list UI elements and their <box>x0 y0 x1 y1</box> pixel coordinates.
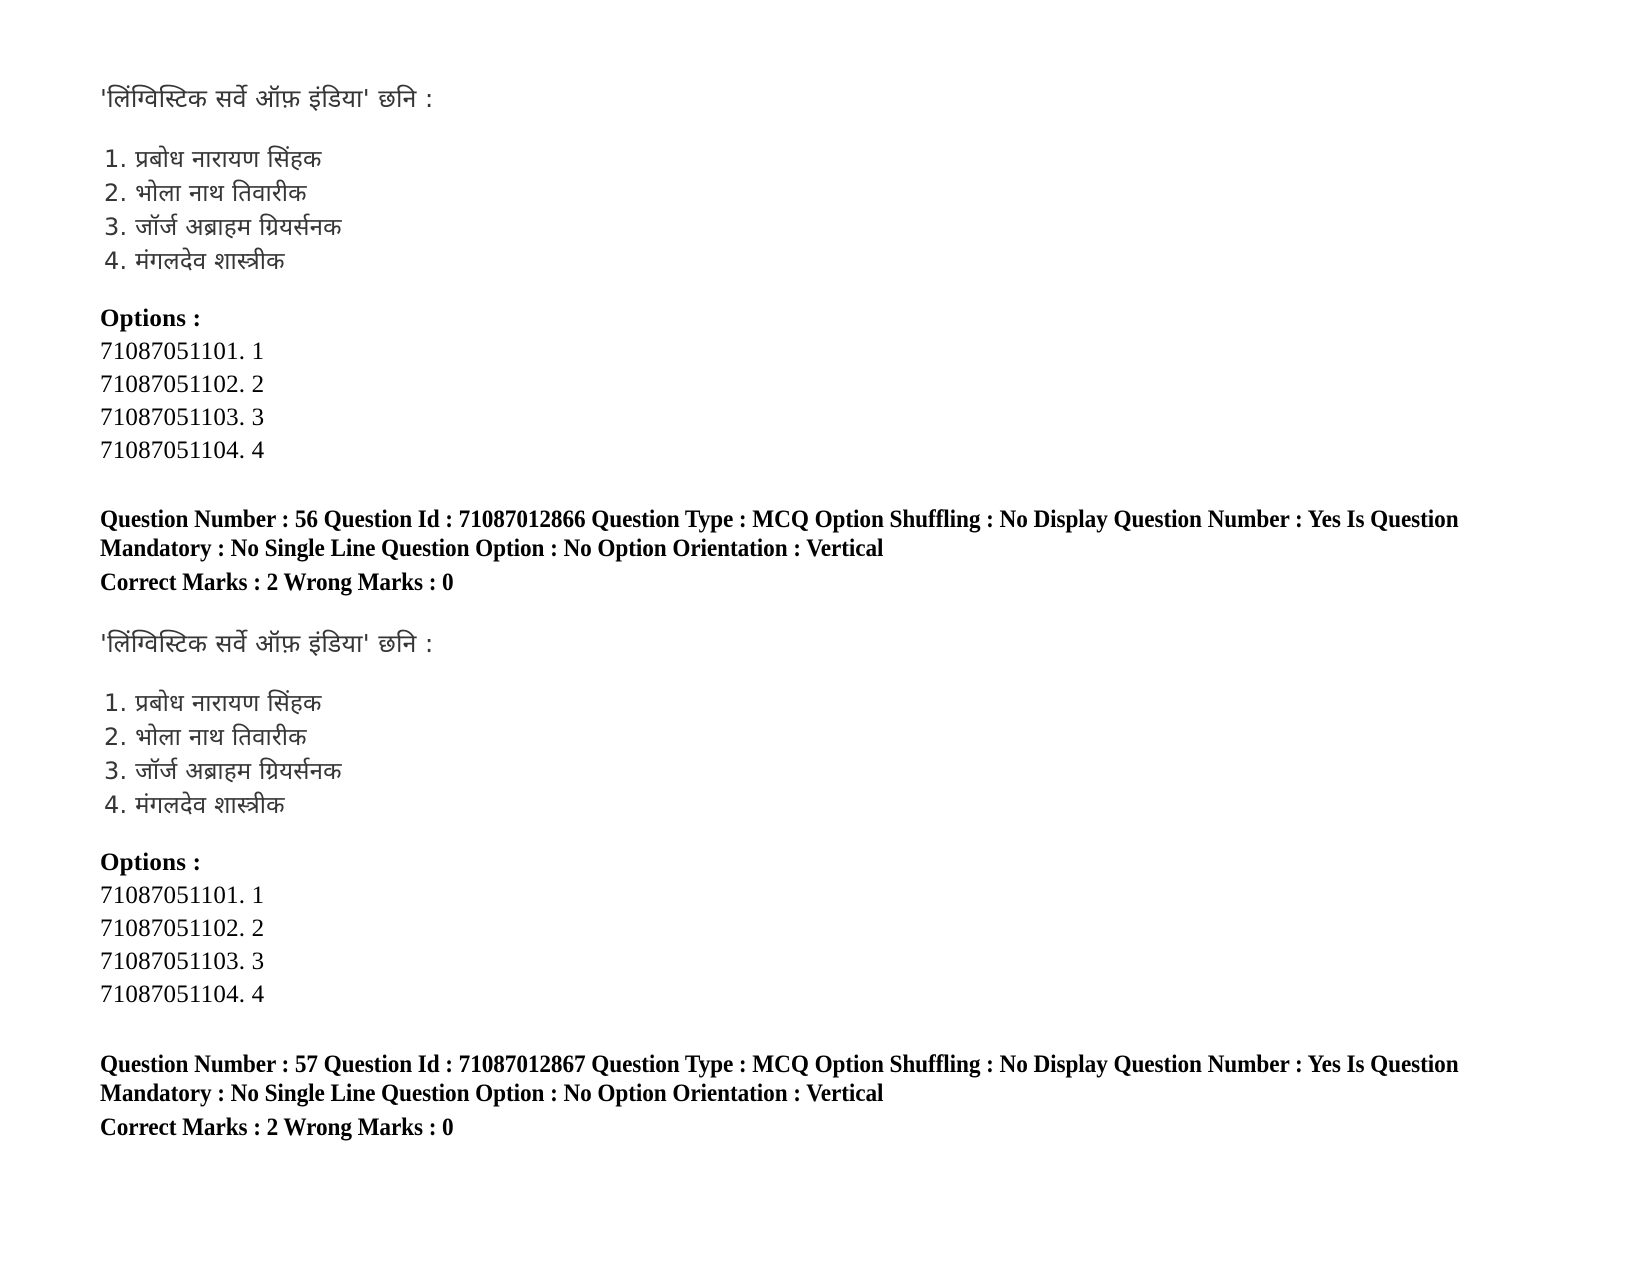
question-metadata-57: Question Number : 57 Question Id : 71087… <box>100 1050 1551 1142</box>
question-metadata-56: Question Number : 56 Question Id : 71087… <box>100 505 1551 597</box>
option-row[interactable]: 71087051101. 1 <box>100 879 264 912</box>
option-row[interactable]: 71087051104. 4 <box>100 434 264 467</box>
metadata-summary-line: Question Number : 57 Question Id : 71087… <box>100 1051 1459 1107</box>
option-row[interactable]: 71087051102. 2 <box>100 912 264 945</box>
list-item: 4. मंगलदेव शास्त्रीक <box>104 791 285 819</box>
option-row[interactable]: 71087051103. 3 <box>100 401 264 434</box>
list-item: 4. मंगलदेव शास्त्रीक <box>104 247 285 275</box>
options-label: Options : <box>100 849 202 876</box>
list-item: 2. भोला नाथ तिवारीक <box>104 179 307 207</box>
question-1-item-list: 1. प्रबोध नारायण सिंहक 2. भोला नाथ तिवार… <box>104 142 342 278</box>
question-2-item-list: 1. प्रबोध नारायण सिंहक 2. भोला नाथ तिवार… <box>104 686 342 822</box>
question-1-options-block: Options : 71087051101. 1 71087051102. 2 … <box>100 302 264 467</box>
question-2-options-block: Options : 71087051101. 1 71087051102. 2 … <box>100 846 264 1011</box>
option-row[interactable]: 71087051102. 2 <box>100 368 264 401</box>
list-item: 3. जॉर्ज अब्राहम ग्रियर्सनक <box>104 757 342 785</box>
metadata-marks-line: Correct Marks : 2 Wrong Marks : 0 <box>100 1114 454 1141</box>
list-item: 3. जॉर्ज अब्राहम ग्रियर्सनक <box>104 213 342 241</box>
metadata-marks-line: Correct Marks : 2 Wrong Marks : 0 <box>100 569 454 596</box>
list-item: 1. प्रबोध नारायण सिंहक <box>104 689 322 717</box>
question-2-items-block: 1. प्रबोध नारायण सिंहक 2. भोला नाथ तिवार… <box>104 686 342 822</box>
list-item: 1. प्रबोध नारायण सिंहक <box>104 145 322 173</box>
metadata-summary-line: Question Number : 56 Question Id : 71087… <box>100 506 1459 562</box>
options-label: Options : <box>100 305 202 332</box>
question-2-heading-block: 'लिंग्विस्टिक सर्वे ऑफ़ इंडिया' छनि : <box>100 627 434 661</box>
question-1-heading-block: 'लिंग्विस्टिक सर्वे ऑफ़ इंडिया' छनि : <box>100 82 434 116</box>
list-item: 2. भोला नाथ तिवारीक <box>104 723 307 751</box>
option-row[interactable]: 71087051103. 3 <box>100 945 264 978</box>
option-row[interactable]: 71087051104. 4 <box>100 978 264 1011</box>
question-1-items-block: 1. प्रबोध नारायण सिंहक 2. भोला नाथ तिवार… <box>104 142 342 278</box>
option-row[interactable]: 71087051101. 1 <box>100 335 264 368</box>
document-page: 'लिंग्विस्टिक सर्वे ऑफ़ इंडिया' छनि : 1.… <box>0 0 1650 1275</box>
question-1-heading: 'लिंग्विस्टिक सर्वे ऑफ़ इंडिया' छनि : <box>100 84 434 113</box>
question-2-heading: 'लिंग्विस्टिक सर्वे ऑफ़ इंडिया' छनि : <box>100 629 434 658</box>
